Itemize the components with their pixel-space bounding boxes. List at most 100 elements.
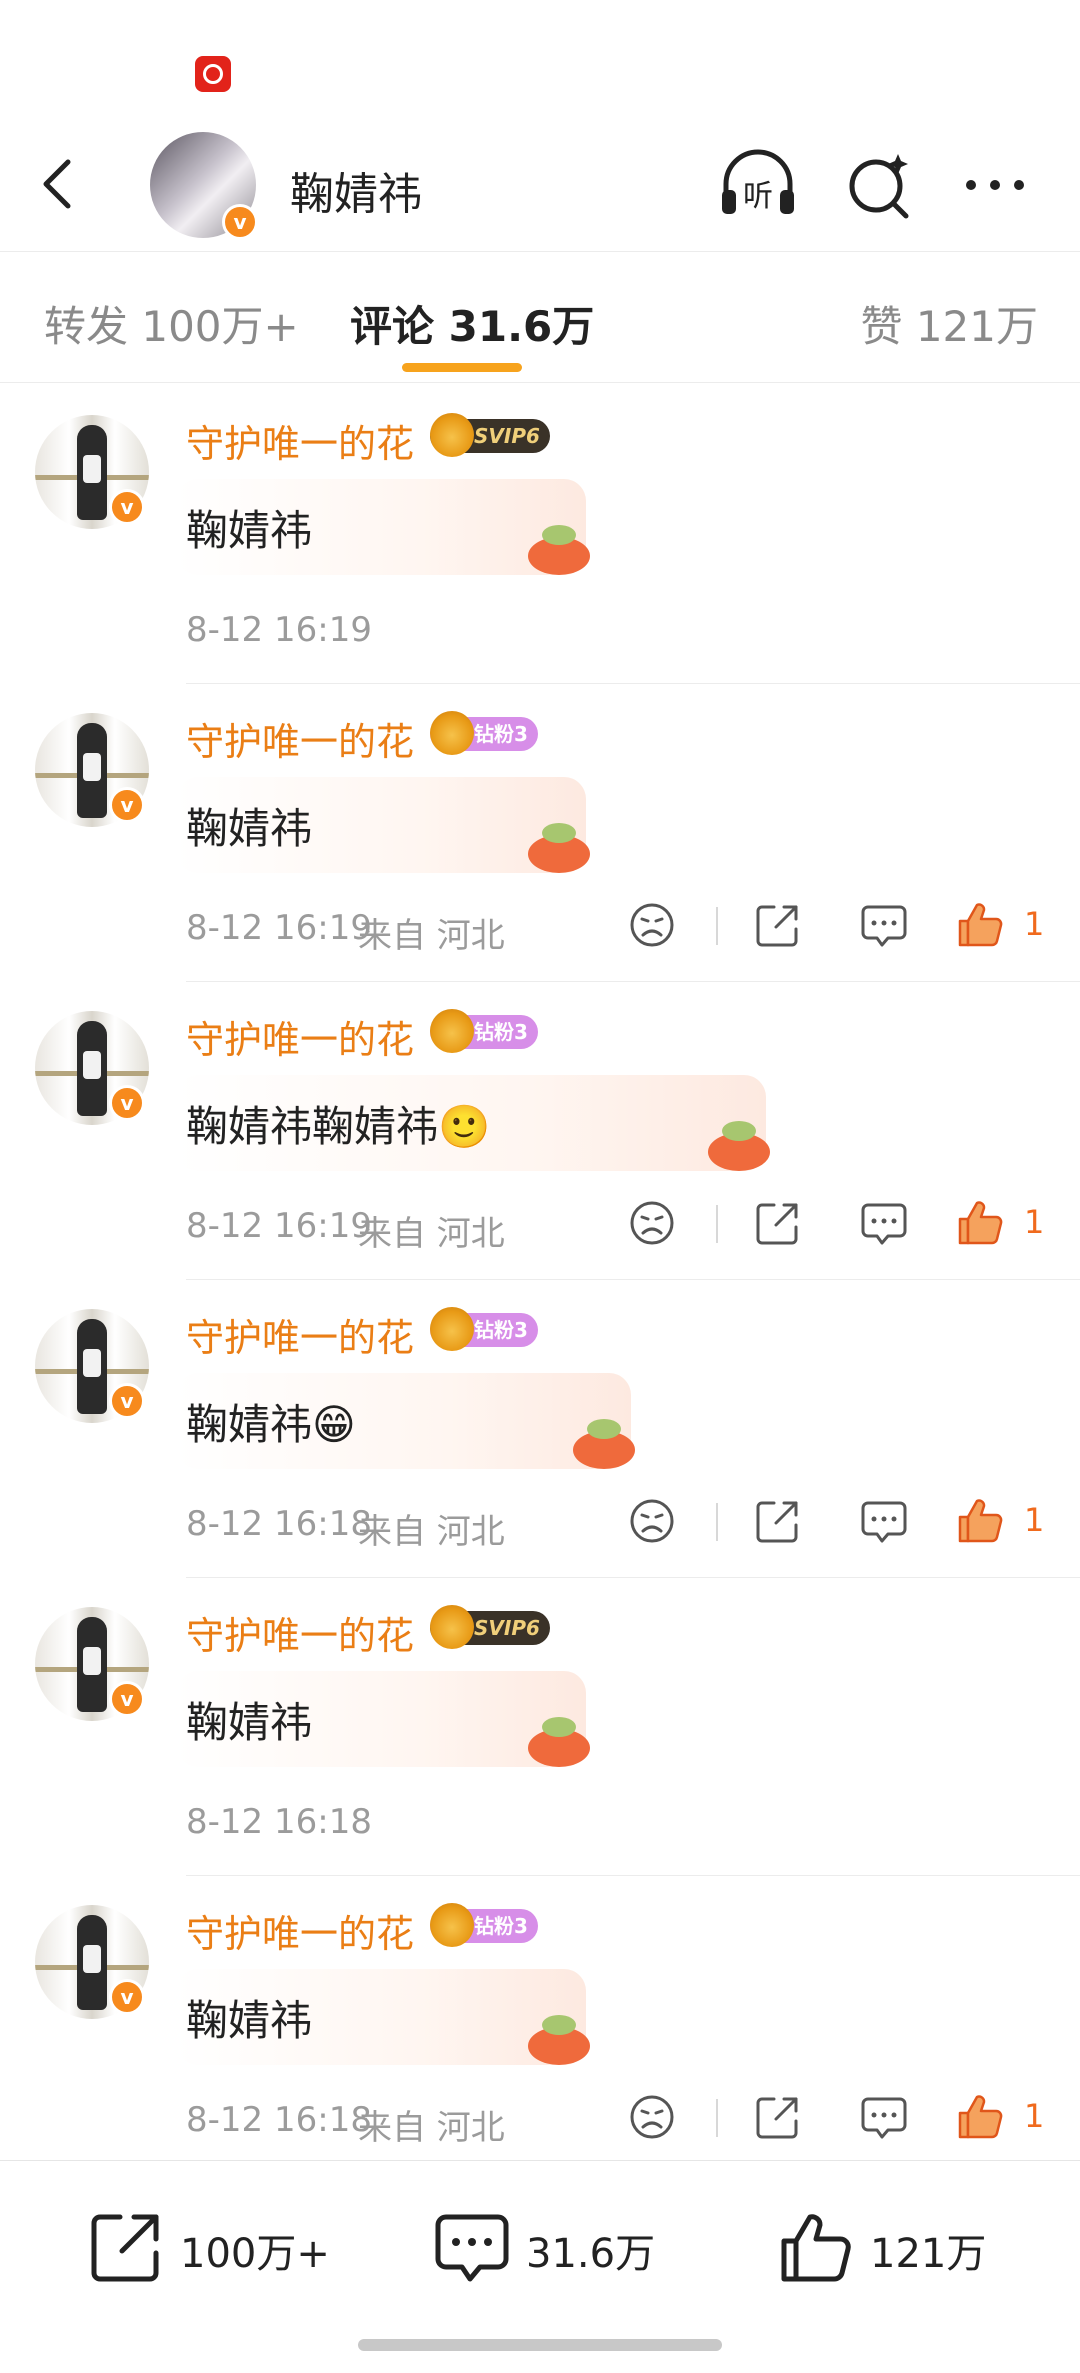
active-tab-indicator — [402, 363, 522, 372]
crown-icon — [430, 413, 474, 457]
member-badge[interactable]: 钻粉3 — [430, 1009, 538, 1053]
comment-text: 鞠婧祎 — [186, 506, 313, 555]
tab-repost[interactable]: 转发 100万+ — [44, 293, 299, 354]
thumbs-up-icon — [781, 2214, 851, 2282]
more-icon[interactable] — [955, 148, 1035, 222]
commenter-avatar[interactable]: v — [35, 415, 149, 529]
member-badge[interactable]: 钻粉3 — [430, 711, 538, 755]
tab-comments[interactable]: 评论 31.6万 — [350, 293, 594, 354]
comment-location: 来自 河北 — [358, 1214, 505, 1254]
persimmon-sticker-icon — [528, 525, 590, 575]
like-icon[interactable] — [954, 1197, 1006, 1249]
crown-icon — [430, 1605, 474, 1649]
persimmon-sticker-icon — [573, 1419, 635, 1469]
comment-time: 8-12 16:19 — [186, 1206, 372, 1246]
action-separator — [716, 1503, 718, 1541]
comment-location: 来自 河北 — [358, 916, 505, 956]
like-icon[interactable] — [954, 2091, 1006, 2143]
verified-icon: v — [109, 1085, 145, 1121]
reply-icon[interactable] — [858, 1197, 910, 1249]
comment-time: 8-12 16:19 — [186, 908, 372, 948]
comment-time: 8-12 16:19 — [186, 610, 372, 650]
home-indicator[interactable] — [358, 2339, 722, 2351]
comment-text: 鞠婧祎 — [186, 804, 313, 853]
commenter-name[interactable]: 守护唯一的花 — [186, 1307, 414, 1362]
dislike-icon[interactable] — [626, 1197, 678, 1249]
commenter-avatar[interactable]: v — [35, 713, 149, 827]
share-icon[interactable] — [752, 2091, 804, 2143]
search-icon[interactable] — [840, 148, 920, 222]
reply-icon[interactable] — [858, 1495, 910, 1547]
persimmon-sticker-icon — [528, 823, 590, 873]
profile-avatar[interactable]: v — [150, 132, 258, 240]
comment-item[interactable]: v 守护唯一的花 钻粉3 鞠婧祎 8-12 16:18 来自 河北 1 — [0, 1875, 1080, 2173]
persimmon-sticker-icon — [528, 2015, 590, 2065]
like-icon[interactable] — [954, 899, 1006, 951]
comment-location: 来自 河北 — [358, 2108, 505, 2148]
member-badge[interactable]: 钻粉3 — [430, 1903, 538, 1947]
listen-button[interactable]: 听 — [718, 148, 798, 222]
page-title: 鞠婧祎 — [290, 169, 422, 220]
verified-icon: v — [222, 204, 258, 240]
verified-icon: v — [109, 489, 145, 525]
commenter-name[interactable]: 守护唯一的花 — [186, 413, 414, 468]
comment-text: 鞠婧祎 — [186, 1996, 313, 2045]
comment-time: 8-12 16:18 — [186, 1504, 372, 1544]
tab-likes[interactable]: 赞 121万 — [860, 293, 1038, 354]
top-header: v 鞠婧祎 听 — [0, 118, 1080, 252]
member-badge[interactable]: SVIP6 — [430, 413, 550, 457]
comment-item[interactable]: v 守护唯一的花 SVIP6 鞠婧祎 8-12 16:18 — [0, 1577, 1080, 1875]
comment-time: 8-12 16:18 — [186, 2100, 372, 2140]
comment-item[interactable]: v 守护唯一的花 钻粉3 鞠婧祎 8-12 16:19 来自 河北 1 — [0, 683, 1080, 981]
dislike-icon[interactable] — [626, 1495, 678, 1547]
comment-item[interactable]: v 守护唯一的花 钻粉3 鞠婧祎鞠婧祎🙂 8-12 16:19 来自 河北 1 — [0, 981, 1080, 1279]
commenter-name[interactable]: 守护唯一的花 — [186, 711, 414, 766]
comment-item[interactable]: v 守护唯一的花 钻粉3 鞠婧祎😁 8-12 16:18 来自 河北 1 — [0, 1279, 1080, 1577]
persimmon-sticker-icon — [528, 1717, 590, 1767]
repost-icon — [91, 2214, 159, 2282]
verified-icon: v — [109, 1979, 145, 2015]
tab-bar: 转发 100万+ 评论 31.6万 赞 121万 — [0, 253, 1080, 383]
comment-text: 鞠婧祎 — [186, 1698, 313, 1747]
member-badge[interactable]: 钻粉3 — [430, 1307, 538, 1351]
commenter-name[interactable]: 守护唯一的花 — [186, 1605, 414, 1660]
action-separator — [716, 2099, 718, 2137]
share-icon[interactable] — [752, 1495, 804, 1547]
dislike-icon[interactable] — [626, 899, 678, 951]
comment-text: 鞠婧祎😁 — [186, 1400, 356, 1449]
commenter-name[interactable]: 守护唯一的花 — [186, 1903, 414, 1958]
bottom-action-bar: 100万+ 31.6万 121万 — [0, 2160, 1080, 2373]
comment-item[interactable]: v 守护唯一的花 SVIP6 鞠婧祎 8-12 16:19 — [0, 385, 1080, 683]
comment-like-count: 1 — [1024, 2097, 1045, 2135]
reply-icon[interactable] — [858, 2091, 910, 2143]
comment-count: 31.6万 — [526, 2231, 656, 2277]
share-icon[interactable] — [752, 899, 804, 951]
netease-music-status-icon — [195, 56, 231, 92]
commenter-name[interactable]: 守护唯一的花 — [186, 1009, 414, 1064]
commenter-avatar[interactable]: v — [35, 1607, 149, 1721]
listen-label: 听 — [743, 179, 773, 214]
commenter-avatar[interactable]: v — [35, 1011, 149, 1125]
crown-icon — [430, 1903, 474, 1947]
comment-location: 来自 河北 — [358, 1512, 505, 1552]
action-separator — [716, 1205, 718, 1243]
comment-like-count: 1 — [1024, 1203, 1045, 1241]
member-badge[interactable]: SVIP6 — [430, 1605, 550, 1649]
member-badge-label: SVIP6 — [474, 1616, 540, 1640]
back-arrow-icon[interactable] — [30, 154, 90, 214]
crown-icon — [430, 1307, 474, 1351]
reply-icon[interactable] — [858, 899, 910, 951]
comment-like-count: 1 — [1024, 1501, 1045, 1539]
commenter-avatar[interactable]: v — [35, 1905, 149, 2019]
share-icon[interactable] — [752, 1197, 804, 1249]
like-icon[interactable] — [954, 1495, 1006, 1547]
crown-icon — [430, 711, 474, 755]
headphones-icon: 听 — [722, 149, 794, 214]
commenter-avatar[interactable]: v — [35, 1309, 149, 1423]
repost-count: 100万+ — [180, 2231, 330, 2277]
member-badge-label: 钻粉3 — [474, 1020, 528, 1044]
comment-like-count: 1 — [1024, 905, 1045, 943]
action-separator — [716, 907, 718, 945]
verified-icon: v — [109, 787, 145, 823]
dislike-icon[interactable] — [626, 2091, 678, 2143]
